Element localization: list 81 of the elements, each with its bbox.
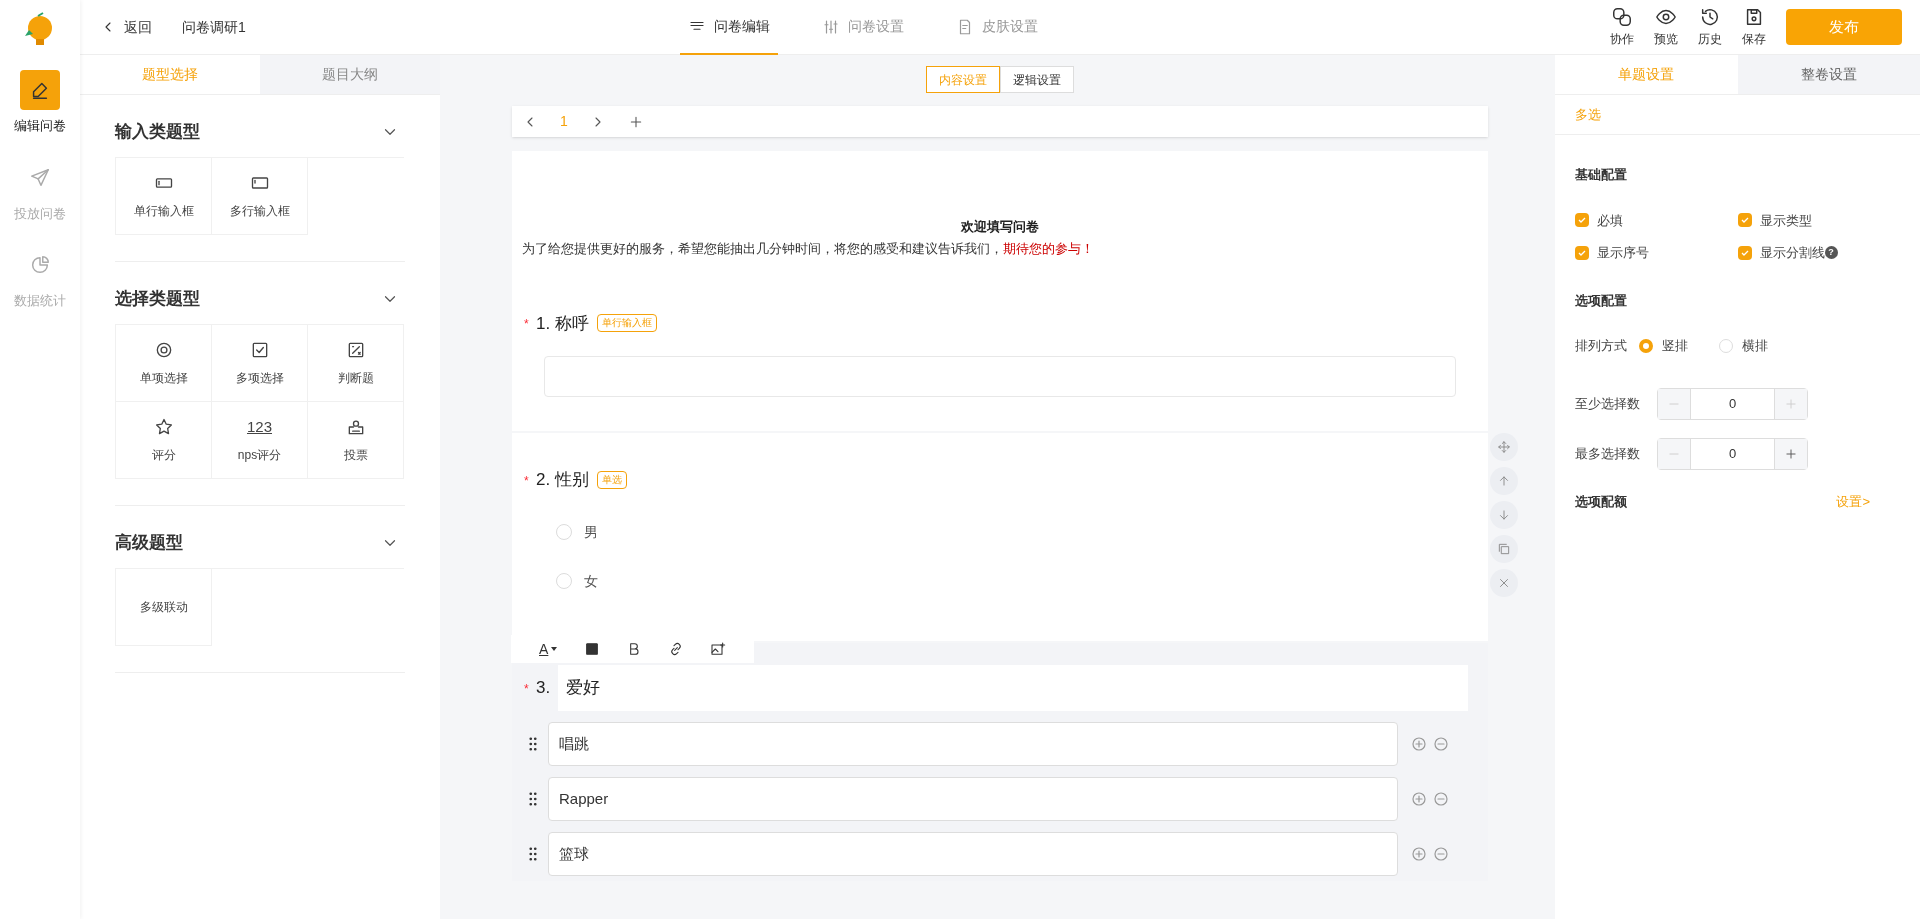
question-type-tile[interactable]: 单行输入框 xyxy=(116,158,212,235)
image-upload-icon[interactable] xyxy=(710,641,727,657)
sliders-icon xyxy=(822,17,840,36)
survey-description: 为了给您提供更好的服务，希望您能抽出几分钟时间，将您的感受和建议告诉我们，期待您的参与！ xyxy=(522,239,1095,258)
section-title: 选项配置 xyxy=(1575,291,1628,310)
required-mark: * xyxy=(524,473,529,488)
option-label: 男 xyxy=(584,522,598,542)
checkbox[interactable] xyxy=(1575,213,1589,228)
question-title-field[interactable]: 爱好 xyxy=(558,665,1468,711)
section-title: 基础配置 xyxy=(1575,166,1628,184)
remove-circle-icon[interactable] xyxy=(1432,790,1450,808)
radio-label: 竖排 xyxy=(1662,337,1688,355)
checkbox-label: 显示类型 xyxy=(1759,211,1812,230)
question-type-tile[interactable]: 评分 xyxy=(116,402,212,479)
caret-icon xyxy=(550,645,559,653)
plus-icon[interactable] xyxy=(1784,446,1798,461)
checkbox[interactable] xyxy=(1737,245,1752,260)
group-title: 高级题型 xyxy=(115,532,183,555)
survey-title: 问卷调研1 xyxy=(182,17,246,37)
remove-circle-icon[interactable] xyxy=(1432,735,1450,753)
field-label: 排列方式 xyxy=(1575,337,1627,355)
checkbox[interactable] xyxy=(1737,213,1752,228)
header-tab[interactable]: 问卷编辑 xyxy=(680,0,778,55)
toolbar-button[interactable]: 保存 xyxy=(1742,6,1766,48)
radio-label: 横排 xyxy=(1742,337,1768,355)
option-input-field[interactable]: 唱跳 xyxy=(548,722,1398,766)
question-type-tag: 单行输入框 xyxy=(596,314,657,333)
toolbar-button[interactable]: 预览 xyxy=(1654,6,1678,48)
section-title: 选项配额 xyxy=(1575,492,1627,511)
link-icon xyxy=(1611,6,1633,28)
nps-glyph: 123 xyxy=(247,416,272,437)
help-icon[interactable]: ? xyxy=(1824,246,1838,260)
pie-chart-icon xyxy=(29,254,51,276)
group-title: 输入类题型 xyxy=(115,121,200,144)
question-type-tile[interactable]: 123 nps评分 xyxy=(212,402,308,479)
option-input-field[interactable]: Rapper xyxy=(548,777,1398,821)
remove-circle-icon[interactable] xyxy=(1432,845,1450,863)
required-mark: * xyxy=(524,682,529,696)
toolbar-button[interactable]: 历史 xyxy=(1698,6,1722,48)
question-title: 1. 称呼 xyxy=(536,312,589,335)
add-circle-icon[interactable] xyxy=(1410,845,1428,863)
question-type-label: 多选 xyxy=(1575,105,1601,124)
question-type-tile[interactable]: 多级联动 xyxy=(116,569,212,646)
checkbox-label: 必填 xyxy=(1597,211,1623,230)
survey-heading: 欢迎填写问卷 xyxy=(960,218,1040,236)
required-mark: * xyxy=(524,317,529,332)
sidebar-item[interactable]: 编辑问卷 xyxy=(14,70,66,136)
checkbox-label: 显示序号 xyxy=(1597,244,1649,262)
arrow-up-icon[interactable] xyxy=(1497,474,1511,488)
question-number: 3. xyxy=(536,677,552,700)
add-circle-icon[interactable] xyxy=(1410,790,1428,808)
option-input-field[interactable]: 篮球 xyxy=(548,832,1398,876)
question-type-tile[interactable]: 投票 xyxy=(308,402,404,479)
panel-tab[interactable]: 整卷设置 xyxy=(1737,55,1920,95)
question-type-tile[interactable]: 多项选择 xyxy=(212,325,308,402)
move-icon[interactable] xyxy=(1497,440,1511,454)
field-label: 至少选择数 xyxy=(1575,394,1641,413)
checkbox-label: 显示分割线 xyxy=(1759,244,1825,262)
group-title: 选择类题型 xyxy=(115,288,200,311)
radio-button[interactable] xyxy=(1639,338,1653,353)
number-stepper[interactable]: 0 xyxy=(1657,437,1808,470)
copy-icon[interactable] xyxy=(1497,542,1511,556)
paper-plane-icon xyxy=(29,166,51,189)
question-type-tag: 单选 xyxy=(596,470,627,489)
mode-tab[interactable]: 逻辑设置 xyxy=(1000,66,1074,93)
history-icon xyxy=(1699,6,1721,28)
star-icon xyxy=(153,416,174,437)
back-button[interactable]: 返回 xyxy=(100,16,152,38)
checkbox[interactable] xyxy=(1575,245,1589,260)
question-type-tile[interactable]: 单项选择 xyxy=(116,325,212,402)
arrow-down-icon[interactable] xyxy=(1497,508,1511,522)
option-label: 女 xyxy=(584,571,598,591)
toolbar-button[interactable]: 协作 xyxy=(1610,6,1634,48)
question-title: 2. 性别 xyxy=(536,469,589,491)
highlight-icon[interactable] xyxy=(584,641,601,657)
field-label: 最多选择数 xyxy=(1575,444,1641,463)
add-circle-icon[interactable] xyxy=(1410,735,1428,753)
close-icon[interactable] xyxy=(1497,576,1511,590)
font-color-button[interactable]: A xyxy=(539,638,559,660)
question-type-tile[interactable]: 判断题 xyxy=(308,325,404,402)
question-type-tile[interactable]: 多行输入框 xyxy=(212,158,308,235)
